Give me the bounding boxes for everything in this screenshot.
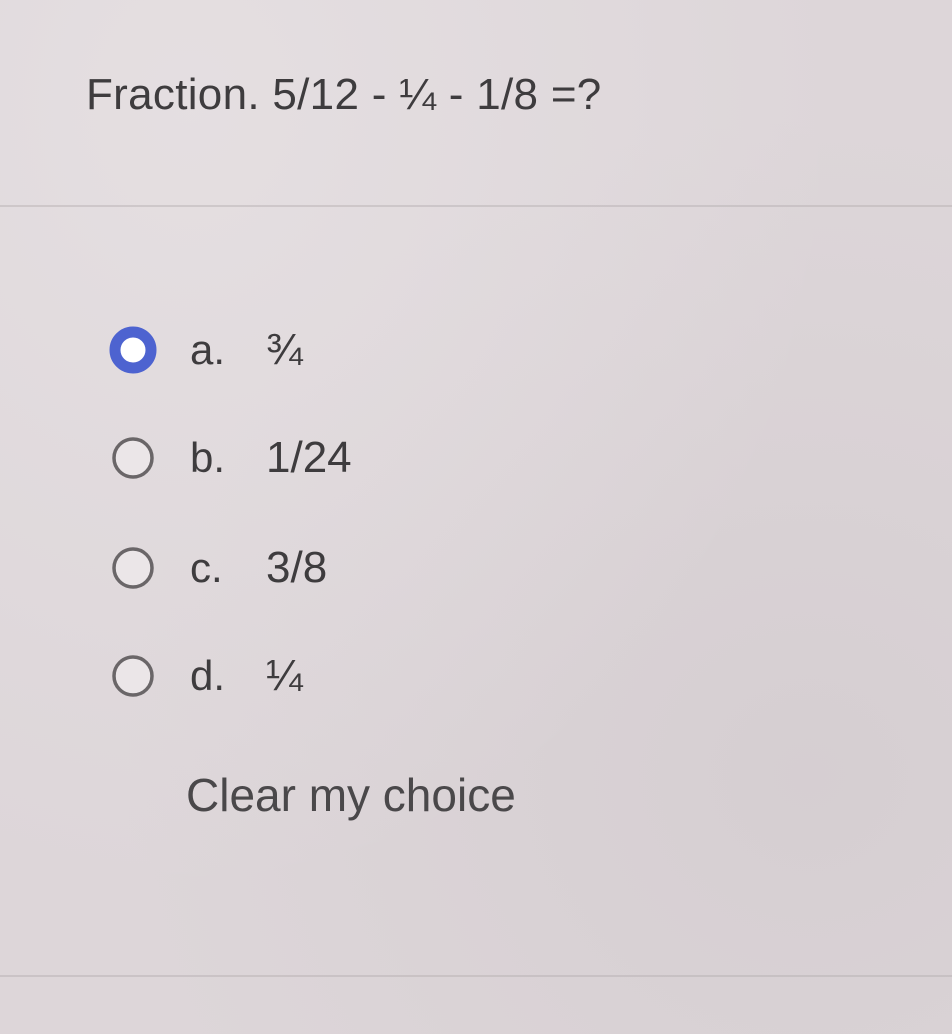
radio-unselected-icon[interactable] (108, 651, 158, 701)
question-text: Fraction. 5/12 - ¼ - 1/8 =? (86, 70, 602, 119)
answer-option-b[interactable]: b. 1/24 (108, 428, 708, 488)
answer-option-c[interactable]: c. 3/8 (108, 538, 708, 598)
answer-option-a[interactable]: a. ¾ (108, 320, 708, 380)
option-letter: a. (190, 326, 226, 373)
option-value: 3/8 (266, 543, 328, 592)
answer-options: a. ¾ b. 1/24 c. 3/8 d. ¼ (108, 320, 808, 740)
option-value: ¼ (266, 651, 303, 700)
option-letter: d. (190, 652, 226, 699)
option-value: ¾ (266, 325, 303, 374)
radio-unselected-icon[interactable] (108, 433, 158, 483)
option-letter: b. (190, 434, 226, 481)
radio-selected-icon[interactable] (108, 325, 158, 375)
clear-choice-link[interactable]: Clear my choice (186, 768, 516, 822)
option-value: 1/24 (266, 433, 352, 482)
top-divider (0, 205, 952, 207)
answer-option-d[interactable]: d. ¼ (108, 646, 708, 706)
radio-unselected-icon[interactable] (108, 543, 158, 593)
option-letter: c. (190, 544, 223, 591)
bottom-divider (0, 975, 952, 977)
